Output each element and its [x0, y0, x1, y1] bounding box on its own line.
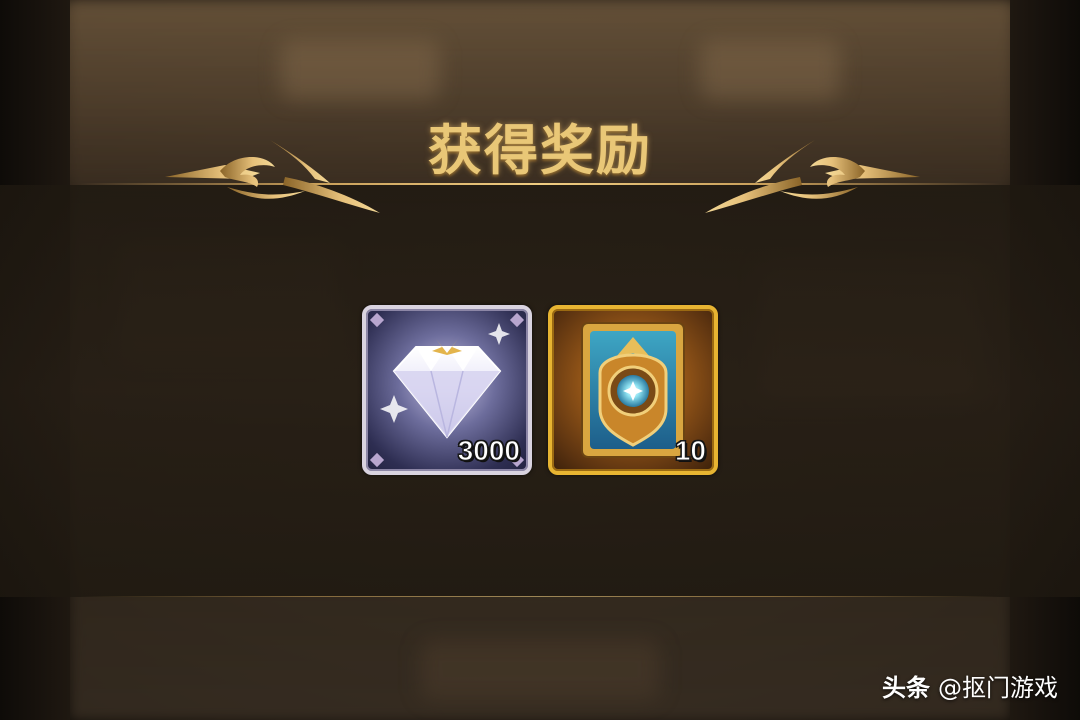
- background-blur: [420, 640, 660, 700]
- watermark-brand: 头条: [882, 674, 930, 702]
- reward-title: 获得奖励: [428, 118, 652, 182]
- watermark: 头条 @抠门游戏: [882, 668, 1058, 703]
- reward-overlay[interactable]: [0, 185, 1080, 597]
- reward-count: 10: [674, 435, 706, 467]
- reward-count: 3000: [457, 435, 520, 467]
- background-blur: [700, 40, 840, 100]
- reward-screen[interactable]: 获得奖励 3000 10 头条 @抠门游戏: [0, 0, 1080, 720]
- reward-item-diamond[interactable]: 3000: [362, 305, 532, 475]
- reward-item-card[interactable]: 10: [548, 305, 718, 475]
- watermark-author: @抠门游戏: [938, 674, 1058, 702]
- background-blur: [280, 40, 440, 100]
- divider-bottom: [80, 596, 1000, 597]
